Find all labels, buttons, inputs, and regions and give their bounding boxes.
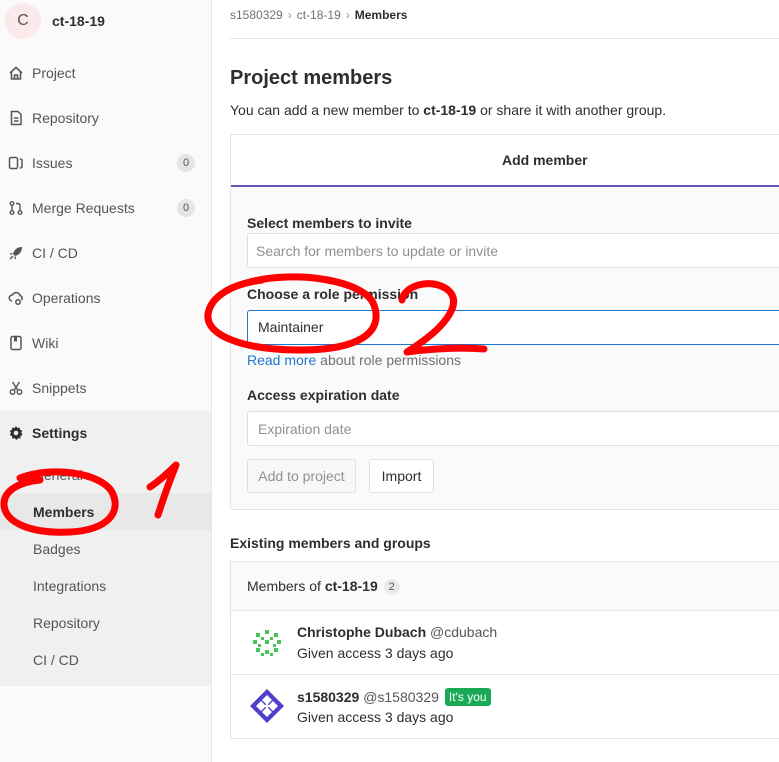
its-you-badge: It's you xyxy=(444,688,491,706)
add-member-form: Select members to invite Choose a role p… xyxy=(231,187,779,509)
members-header-text: Members of ct-18-19 2 xyxy=(247,578,400,595)
home-icon xyxy=(8,65,24,81)
settings-sub-label: Badges xyxy=(33,541,81,557)
sidebar-item-settings[interactable]: Settings xyxy=(0,411,211,456)
issues-icon xyxy=(8,155,24,171)
member-name-line: Christophe Dubach @cdubach xyxy=(297,624,497,640)
member-username: @cdubach xyxy=(430,624,498,640)
doc-icon xyxy=(8,110,24,126)
role-help-suffix: about role permissions xyxy=(316,352,462,368)
existing-members-title: Existing members and groups xyxy=(230,535,431,551)
breadcrumb-divider xyxy=(230,38,779,39)
role-label: Choose a role permission xyxy=(247,286,419,302)
gear-icon xyxy=(8,425,24,441)
member-row: s1580329 @s1580329 It's you Given access … xyxy=(231,674,779,737)
sidebar-project-header[interactable]: C ct-18-19 xyxy=(0,0,211,44)
member-access-info: Given access 3 days ago xyxy=(297,645,454,661)
member-name[interactable]: s1580329 xyxy=(297,689,359,705)
sidebar-item-label: Wiki xyxy=(32,335,59,351)
import-button[interactable]: Import xyxy=(369,459,434,493)
member-access-info: Given access 3 days ago xyxy=(297,709,454,725)
breadcrumb-separator: › xyxy=(345,8,350,22)
add-to-project-button[interactable]: Add to project xyxy=(247,459,356,493)
settings-sub-label: CI / CD xyxy=(33,652,79,668)
page-intro: You can add a new member to ct-18-19 or … xyxy=(230,102,666,118)
members-list-panel: Members of ct-18-19 2 Christophe Dubach @… xyxy=(230,561,779,739)
member-name[interactable]: Christophe Dubach xyxy=(297,624,426,640)
book-icon xyxy=(8,335,24,351)
tab-add-member[interactable]: Add member xyxy=(231,135,779,187)
settings-sub-label: Repository xyxy=(33,615,100,631)
breadcrumb-link-user[interactable]: s1580329 xyxy=(230,8,283,22)
cloud-gear-icon xyxy=(8,290,24,306)
member-search-input[interactable] xyxy=(247,233,779,268)
member-row: Christophe Dubach @cdubach Given access … xyxy=(231,611,779,674)
sidebar-item-operations[interactable]: Operations xyxy=(0,276,211,321)
settings-sub-members[interactable]: Members xyxy=(0,493,211,530)
project-avatar[interactable]: C xyxy=(5,3,41,39)
settings-sub-label: Integrations xyxy=(33,578,107,594)
member-avatar-identicon[interactable] xyxy=(248,623,286,661)
sidebar: C ct-18-19 Project Repository Issues 0 M… xyxy=(0,0,212,762)
sidebar-item-snippets[interactable]: Snippets xyxy=(0,366,211,411)
intro-project-name: ct-18-19 xyxy=(423,102,477,118)
sidebar-item-label: Operations xyxy=(32,290,101,306)
member-avatar-identicon[interactable] xyxy=(248,687,286,725)
breadcrumb-link-project[interactable]: ct-18-19 xyxy=(297,8,341,22)
sidebar-item-repository[interactable]: Repository xyxy=(0,96,211,141)
role-help-text: Read more about role permissions xyxy=(247,352,461,368)
intro-text-end: or share it with another group. xyxy=(476,102,667,118)
breadcrumb-current[interactable]: Members xyxy=(355,8,408,22)
settings-submenu: General Members Badges Integrations Repo… xyxy=(0,456,211,686)
select-members-label: Select members to invite xyxy=(247,215,412,231)
breadcrumb-separator: › xyxy=(287,8,292,22)
sidebar-item-label: Project xyxy=(32,65,76,81)
members-list-header: Members of ct-18-19 2 xyxy=(231,562,779,611)
settings-sub-integrations[interactable]: Integrations xyxy=(0,567,211,604)
sidebar-item-merge-requests[interactable]: Merge Requests 0 xyxy=(0,186,211,231)
settings-sub-general[interactable]: General xyxy=(0,456,211,493)
main-content: s1580329 › ct-18-19 › Members Project member… xyxy=(230,0,779,762)
sidebar-item-label: Merge Requests xyxy=(32,200,135,216)
members-header-prefix: Members of xyxy=(247,578,325,594)
breadcrumb: s1580329 › ct-18-19 › Members xyxy=(230,8,407,22)
read-more-link[interactable]: Read more xyxy=(247,352,316,368)
members-count-badge: 2 xyxy=(383,579,400,595)
settings-sub-label: General xyxy=(33,467,83,483)
settings-sub-badges[interactable]: Badges xyxy=(0,530,211,567)
rocket-icon xyxy=(8,245,24,261)
tab-add-member-label: Add member xyxy=(502,152,588,168)
member-name-line: s1580329 @s1580329 It's you xyxy=(297,688,491,706)
sidebar-item-project[interactable]: Project xyxy=(0,51,211,96)
expiration-label: Access expiration date xyxy=(247,387,400,403)
sidebar-item-label: Settings xyxy=(32,425,88,441)
role-select[interactable]: Maintainer xyxy=(247,310,779,345)
members-header-project: ct-18-19 xyxy=(324,578,378,594)
project-name[interactable]: ct-18-19 xyxy=(52,13,105,29)
sidebar-item-label: Snippets xyxy=(32,380,87,396)
sidebar-item-ci-cd[interactable]: CI / CD xyxy=(0,231,211,276)
sidebar-item-label: CI / CD xyxy=(32,245,78,261)
sidebar-item-label: Repository xyxy=(32,110,99,126)
sidebar-item-issues[interactable]: Issues 0 xyxy=(0,141,211,186)
scissors-icon xyxy=(8,380,24,396)
settings-sub-label: Members xyxy=(33,504,95,520)
settings-sub-repository[interactable]: Repository xyxy=(0,604,211,641)
merge-request-icon xyxy=(8,200,24,216)
intro-text: You can add a new member to xyxy=(230,102,424,118)
merge-requests-count-badge: 0 xyxy=(177,199,195,217)
expiration-date-input[interactable] xyxy=(247,411,779,446)
add-member-panel: Add member Select members to invite Choo… xyxy=(230,134,779,510)
settings-sub-ci-cd[interactable]: CI / CD xyxy=(0,641,211,678)
page-title: Project members xyxy=(230,67,393,89)
member-username: @s1580329 xyxy=(363,689,439,705)
sidebar-item-label: Issues xyxy=(32,155,73,171)
sidebar-item-wiki[interactable]: Wiki xyxy=(0,321,211,366)
issues-count-badge: 0 xyxy=(177,154,195,172)
